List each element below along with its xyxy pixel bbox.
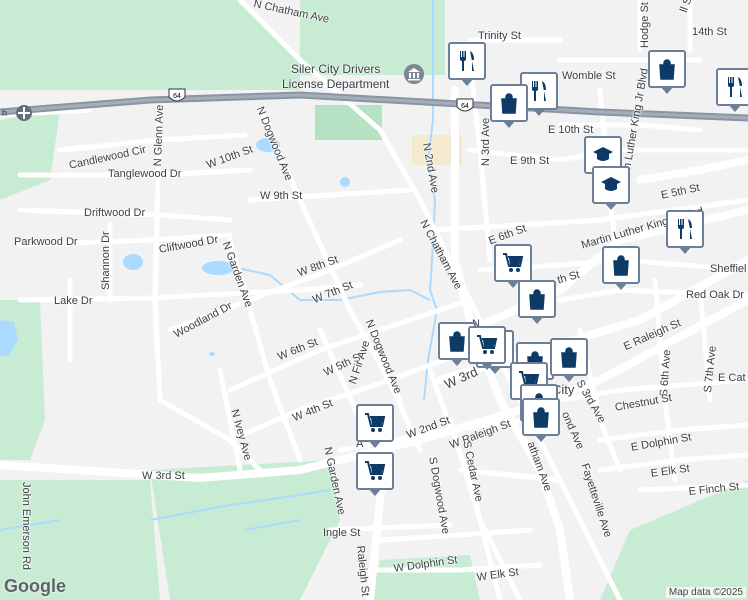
shopping-icon xyxy=(613,255,629,276)
shopping-marker[interactable] xyxy=(518,280,556,324)
restaurant-icon xyxy=(678,219,692,239)
shopping-icon xyxy=(449,331,465,352)
street-label: Hodge St xyxy=(639,2,651,48)
school-marker[interactable] xyxy=(592,166,630,210)
grocery-icon xyxy=(477,335,498,354)
poi-title-line1: Siler City Drivers xyxy=(291,62,381,76)
drivers-license-dept-label[interactable]: Siler City Drivers License Department xyxy=(282,62,389,92)
grocery-marker[interactable] xyxy=(356,404,394,448)
poi-title-line2: License Department xyxy=(282,77,390,91)
grocery-icon xyxy=(365,413,386,432)
street-label: 14th St xyxy=(692,26,727,38)
street-label: Parkwood Dr xyxy=(14,236,78,248)
street-label: Womble St xyxy=(562,70,616,82)
grocery-marker[interactable] xyxy=(468,326,506,370)
grocery-icon xyxy=(503,253,524,272)
shopping-icon xyxy=(533,407,549,428)
restaurant-marker[interactable] xyxy=(666,210,704,254)
map-canvas[interactable]: Siler City Drivers License Department 64… xyxy=(0,0,748,600)
us-64-shield-icon: 64 xyxy=(168,88,186,104)
map-data-attribution[interactable]: Map data ©2025 xyxy=(665,587,746,598)
school-icon xyxy=(601,177,621,191)
shopping-marker[interactable] xyxy=(490,84,528,128)
street-label: Tanglewood Dr xyxy=(108,168,182,180)
shopping-icon xyxy=(501,93,517,114)
grocery-marker[interactable] xyxy=(494,244,532,288)
svg-text:64: 64 xyxy=(173,93,181,100)
restaurant-marker[interactable] xyxy=(448,42,486,86)
shopping-icon xyxy=(561,347,577,368)
us-64-shield-icon: 64 xyxy=(456,98,474,114)
restaurant-icon xyxy=(728,77,742,97)
school-icon xyxy=(593,147,613,161)
street-label: W 9th St xyxy=(260,190,303,202)
google-logo[interactable]: Google xyxy=(4,576,66,597)
svg-text:64: 64 xyxy=(461,103,469,110)
street-label: W 3rd St xyxy=(142,470,185,482)
grocery-icon xyxy=(365,461,386,480)
street-label: John Emerson Rd xyxy=(20,482,32,571)
street-label: N 3rd Ave xyxy=(480,117,492,166)
street-label: Sheffiel xyxy=(710,263,747,275)
shopping-marker[interactable] xyxy=(648,50,686,94)
svg-text:h: h xyxy=(2,108,7,118)
restaurant-marker[interactable] xyxy=(716,68,748,112)
street-label: Shannon Dr xyxy=(100,231,112,290)
street-label: N Glenn Ave xyxy=(152,104,167,167)
shopping-marker[interactable] xyxy=(522,398,560,442)
shopping-icon xyxy=(659,59,675,80)
street-label: Red Oak Dr xyxy=(686,289,745,301)
left-edge-marker: h xyxy=(0,104,34,122)
government-building-icon[interactable] xyxy=(404,64,424,84)
shopping-marker[interactable] xyxy=(602,246,640,290)
street-label: Driftwood Dr xyxy=(84,207,146,219)
restaurant-icon xyxy=(460,51,474,71)
street-label: Ingle St xyxy=(323,527,361,539)
restaurant-icon xyxy=(532,81,546,101)
shopping-icon xyxy=(529,289,545,310)
street-label: E Cat xyxy=(718,372,746,384)
shopping-marker[interactable] xyxy=(550,338,588,382)
street-label: Trinity St xyxy=(478,30,521,42)
street-label: Lake Dr xyxy=(54,295,93,307)
street-label: E 9th St xyxy=(510,155,550,167)
grocery-marker[interactable] xyxy=(356,452,394,496)
street-label: E 10th St xyxy=(548,124,594,136)
